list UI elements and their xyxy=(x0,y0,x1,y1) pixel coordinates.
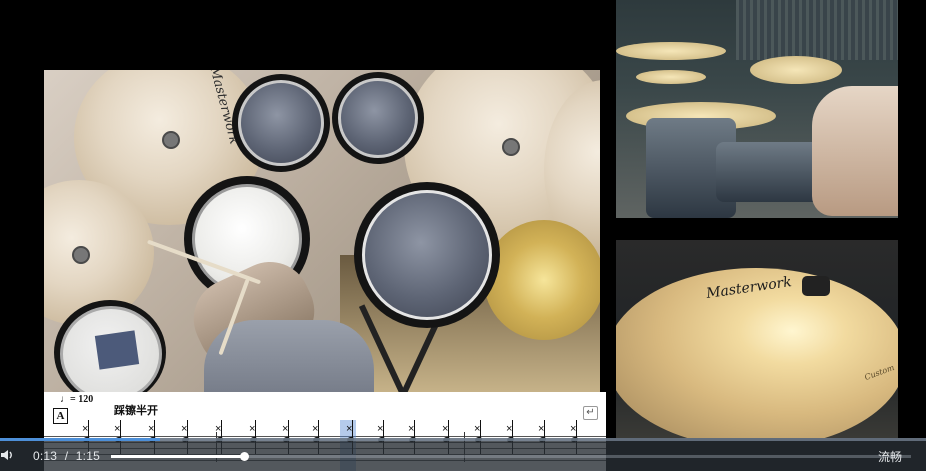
quality-selector[interactable]: 流畅 xyxy=(878,448,902,465)
cymbal xyxy=(616,42,726,60)
video-player[interactable]: Masterwork ♩= 120 A 踩镲半开 ↵ × × × × × × × × × × × × ×… xyxy=(0,0,926,471)
cymbal xyxy=(636,70,706,84)
player-controls: 0:13 / 1:15 流畅 xyxy=(0,438,926,471)
tom-drum xyxy=(232,74,330,172)
hihat-closeup-view: Masterwork Custom xyxy=(616,240,898,438)
current-time: 0:13 xyxy=(33,449,58,463)
section-marker: A xyxy=(53,408,68,424)
time-separator: / xyxy=(64,449,69,463)
snare-drum xyxy=(716,142,826,202)
seek-bar[interactable] xyxy=(111,452,911,461)
duration: 1:15 xyxy=(75,449,100,463)
hi-hat-clutch xyxy=(802,276,830,296)
floor-tom xyxy=(354,182,500,328)
top-progress-fill xyxy=(0,438,160,441)
tempo-mark: ♩= 120 xyxy=(60,394,94,405)
angle-camera-view xyxy=(616,0,898,218)
overhead-camera-view: Masterwork xyxy=(44,70,600,395)
return-arrow-icon[interactable]: ↵ xyxy=(583,406,598,420)
seek-thumb[interactable] xyxy=(240,452,249,461)
side-drum xyxy=(54,300,166,395)
technique-label: 踩镲半开 xyxy=(114,405,158,417)
seek-fill xyxy=(111,455,244,458)
tom-drum xyxy=(332,72,424,164)
cymbal xyxy=(750,56,842,84)
speaker-icon[interactable] xyxy=(0,448,14,462)
cymbal xyxy=(484,220,600,340)
top-progress-track[interactable] xyxy=(0,438,926,441)
time-display: 0:13 / 1:15 xyxy=(33,449,100,463)
drummer-arm xyxy=(812,86,898,216)
